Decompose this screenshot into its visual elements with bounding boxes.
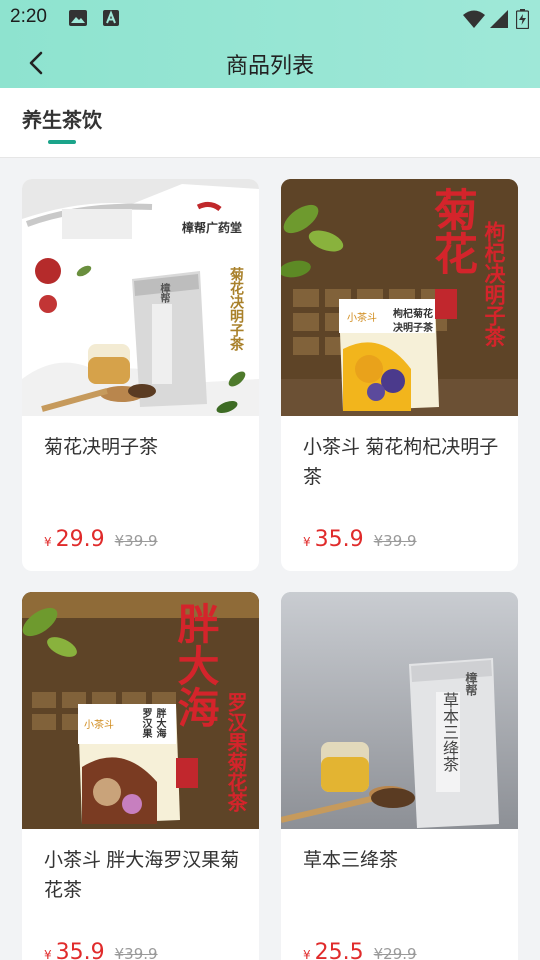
product-image: 樟帮广药堂 菊花决明子茶 樟帮 [22,179,259,416]
image-notification-icon [69,10,87,26]
currency-symbol: ¥ [44,948,52,960]
category-tabs: 养生茶饮 [0,88,540,158]
product-price: 35.9 [314,527,364,552]
product-grid: 樟帮广药堂 菊花决明子茶 樟帮 菊花决明子茶 ¥29.9 ¥39.9 菊花 枸杞… [0,158,540,960]
currency-symbol: ¥ [44,535,52,549]
page-title: 商品列表 [225,54,314,79]
signal-icon [490,10,508,28]
box-name-text-2: 罗汉果 [140,708,151,738]
product-name: 菊花决明子茶 [44,437,159,458]
price-row: ¥25.5 ¥29.9 [303,940,417,960]
original-price: ¥39.9 [114,532,158,550]
product-price: 29.9 [55,527,105,552]
original-price: ¥39.9 [114,945,158,960]
original-price: ¥29.9 [373,945,417,960]
box-brand-text: 小茶斗 [347,313,377,324]
image-side-text: 罗汉果菊花茶 [224,692,248,812]
bag-brand-text: 樟帮 [158,283,169,303]
product-price: 25.5 [314,940,364,960]
product-name: 小茶斗 胖大海罗汉果菊花茶 [44,850,240,901]
image-headline-text: 菊花 [426,187,477,275]
product-image: 菊花 枸杞决明子茶 小茶斗 决明子茶 枸杞菊花 [281,179,518,416]
product-card[interactable]: 菊花 枸杞决明子茶 小茶斗 决明子茶 枸杞菊花 小茶斗 菊花枸杞决明子茶 ¥35… [281,179,518,571]
original-price: ¥39.9 [373,532,417,550]
box-brand-text: 小茶斗 [84,720,114,731]
battery-icon [516,9,529,29]
image-side-text: 菊花决明子茶 [228,267,244,351]
app-bar: 商品列表 [0,36,540,88]
price-row: ¥35.9 ¥39.9 [44,940,158,960]
product-name: 小茶斗 菊花枸杞决明子茶 [303,437,499,488]
bag-name-text: 草本三绛茶 [440,692,459,772]
product-card[interactable]: 胖大海 罗汉果菊花茶 小茶斗 胖大海 罗汉果 小茶斗 胖大海罗汉果菊花茶 ¥35… [22,592,259,960]
price-row: ¥29.9 ¥39.9 [44,527,158,552]
image-headline-text: 胖大海 [171,602,220,728]
wifi-icon [463,10,485,28]
currency-symbol: ¥ [303,535,311,549]
product-image: 胖大海 罗汉果菊花茶 小茶斗 胖大海 罗汉果 [22,592,259,829]
bag-brand-text: 樟帮 [464,672,478,696]
status-bar: 2:20 [0,0,540,36]
product-illustration [281,592,518,829]
product-price: 35.9 [55,940,105,960]
box-name-text: 决明子茶 [393,323,433,334]
product-card[interactable]: 樟帮广药堂 菊花决明子茶 樟帮 菊花决明子茶 ¥29.9 ¥39.9 [22,179,259,571]
status-time: 2:20 [10,6,47,27]
app-notification-icon [103,10,119,26]
product-card[interactable]: 樟帮 草本三绛茶 草本三绛茶 ¥25.5 ¥29.9 [281,592,518,960]
box-name-text-2: 枸杞菊花 [393,309,433,320]
image-side-text: 枸杞决明子茶 [482,221,508,347]
brand-logo-text: 樟帮广药堂 [182,221,243,235]
currency-symbol: ¥ [303,948,311,960]
box-name-text: 胖大海 [154,708,165,738]
price-row: ¥35.9 ¥39.9 [303,527,417,552]
product-name: 草本三绛茶 [303,850,399,871]
product-image: 樟帮 草本三绛茶 [281,592,518,829]
product-illustration [22,179,259,416]
tab-herbal-tea[interactable]: 养生茶饮 [22,104,102,133]
tab-indicator [48,140,76,144]
